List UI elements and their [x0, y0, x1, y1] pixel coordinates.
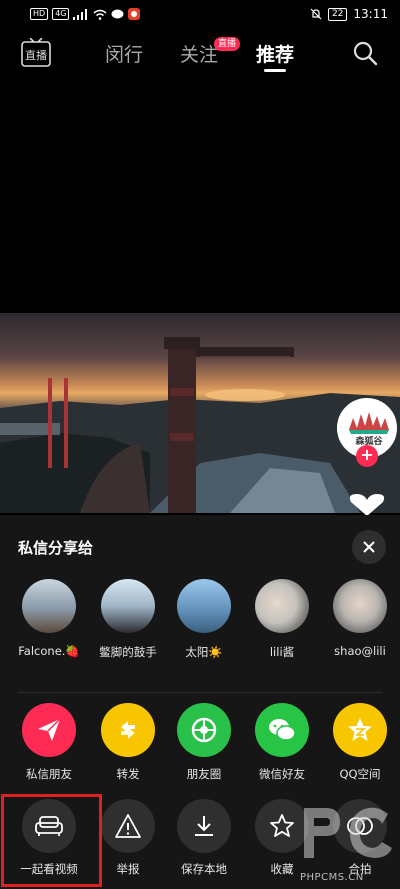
share-repost[interactable]: 转发 [88, 703, 168, 782]
contact-name: lili酱 [269, 645, 295, 659]
share-sheet: 私信分享给 Falcone.🍓 鳖脚的鼓手 太阳☀️ lili酱 shao@li… [0, 515, 400, 889]
live-badge: 直播 [214, 37, 241, 51]
share-to-private-message[interactable]: 私信朋友 [9, 703, 89, 782]
warning-icon [101, 799, 155, 853]
repost-icon [101, 703, 155, 757]
contact-item[interactable]: lili酱 [242, 579, 322, 660]
avatar [22, 579, 76, 633]
share-sheet-title: 私信分享给 [18, 539, 94, 557]
share-moments[interactable]: 朋友圈 [164, 703, 244, 782]
contact-item[interactable]: 太阳☀️ [164, 579, 244, 660]
live-icon-label: 直播 [25, 48, 47, 62]
contact-list: Falcone.🍓 鳖脚的鼓手 太阳☀️ lili酱 shao@lili [0, 579, 400, 689]
status-bar: HD 4G 22 13:11 [0, 0, 400, 28]
battery-indicator: 22 [327, 7, 348, 21]
app-label: 朋友圈 [186, 767, 222, 781]
qzone-icon [333, 703, 387, 757]
send-icon [22, 703, 76, 757]
contact-name: Falcone.🍓 [18, 644, 80, 658]
status-right: 22 13:11 [310, 7, 388, 21]
tab-recommended[interactable]: 推荐 [256, 40, 294, 67]
app-label: 转发 [116, 767, 140, 781]
app-label: 微信好友 [259, 767, 305, 781]
top-nav: 直播 闵行 关注 直播 推荐 [0, 28, 400, 78]
close-button[interactable] [352, 530, 386, 564]
follow-plus-button[interactable]: + [356, 445, 378, 467]
live-tv-icon[interactable]: 直播 [20, 38, 52, 68]
active-tab-indicator [264, 69, 286, 72]
like-heart-icon[interactable] [347, 494, 387, 516]
highlight-annotation-box [1, 794, 102, 887]
contact-name: 鳖脚的鼓手 [99, 645, 157, 659]
avatar [101, 579, 155, 633]
contact-item[interactable]: shao@lili [320, 579, 400, 658]
share-qzone[interactable]: QQ空间 [320, 703, 400, 782]
contact-name: 太阳☀️ [185, 645, 223, 659]
share-wechat-friend[interactable]: 微信好友 [242, 703, 322, 782]
signal-icon [73, 8, 88, 20]
contact-item[interactable]: Falcone.🍓 [9, 579, 89, 658]
tab-local[interactable]: 闵行 [105, 40, 143, 67]
avatar [255, 579, 309, 633]
mute-icon [310, 8, 322, 20]
hd-badge: HD [30, 8, 49, 20]
moments-icon [177, 703, 231, 757]
tab-following[interactable]: 关注 [180, 40, 218, 67]
wifi-icon [94, 9, 107, 20]
search-icon[interactable] [352, 40, 378, 66]
save-local-button[interactable]: 保存本地 [164, 799, 244, 877]
app-label: QQ空间 [339, 767, 381, 781]
close-icon [363, 541, 375, 553]
network-badge: 4G [52, 8, 70, 20]
watermark-text: PHPCMS.CN [300, 872, 364, 883]
chat-notify-icon [111, 9, 124, 18]
status-left: HD 4G [30, 8, 141, 20]
action-label: 保存本地 [181, 862, 227, 876]
app-notify-icon [128, 8, 141, 20]
contact-name: shao@lili [334, 644, 386, 658]
divider [18, 692, 382, 693]
download-icon [177, 799, 231, 853]
clock: 13:11 [353, 7, 388, 21]
app-label: 私信朋友 [26, 767, 72, 781]
wechat-icon [255, 703, 309, 757]
share-app-row: 私信朋友 转发 朋友圈 微信好友 QQ空间 [0, 703, 400, 783]
avatar [333, 579, 387, 633]
avatar [177, 579, 231, 633]
contact-item[interactable]: 鳖脚的鼓手 [88, 579, 168, 660]
